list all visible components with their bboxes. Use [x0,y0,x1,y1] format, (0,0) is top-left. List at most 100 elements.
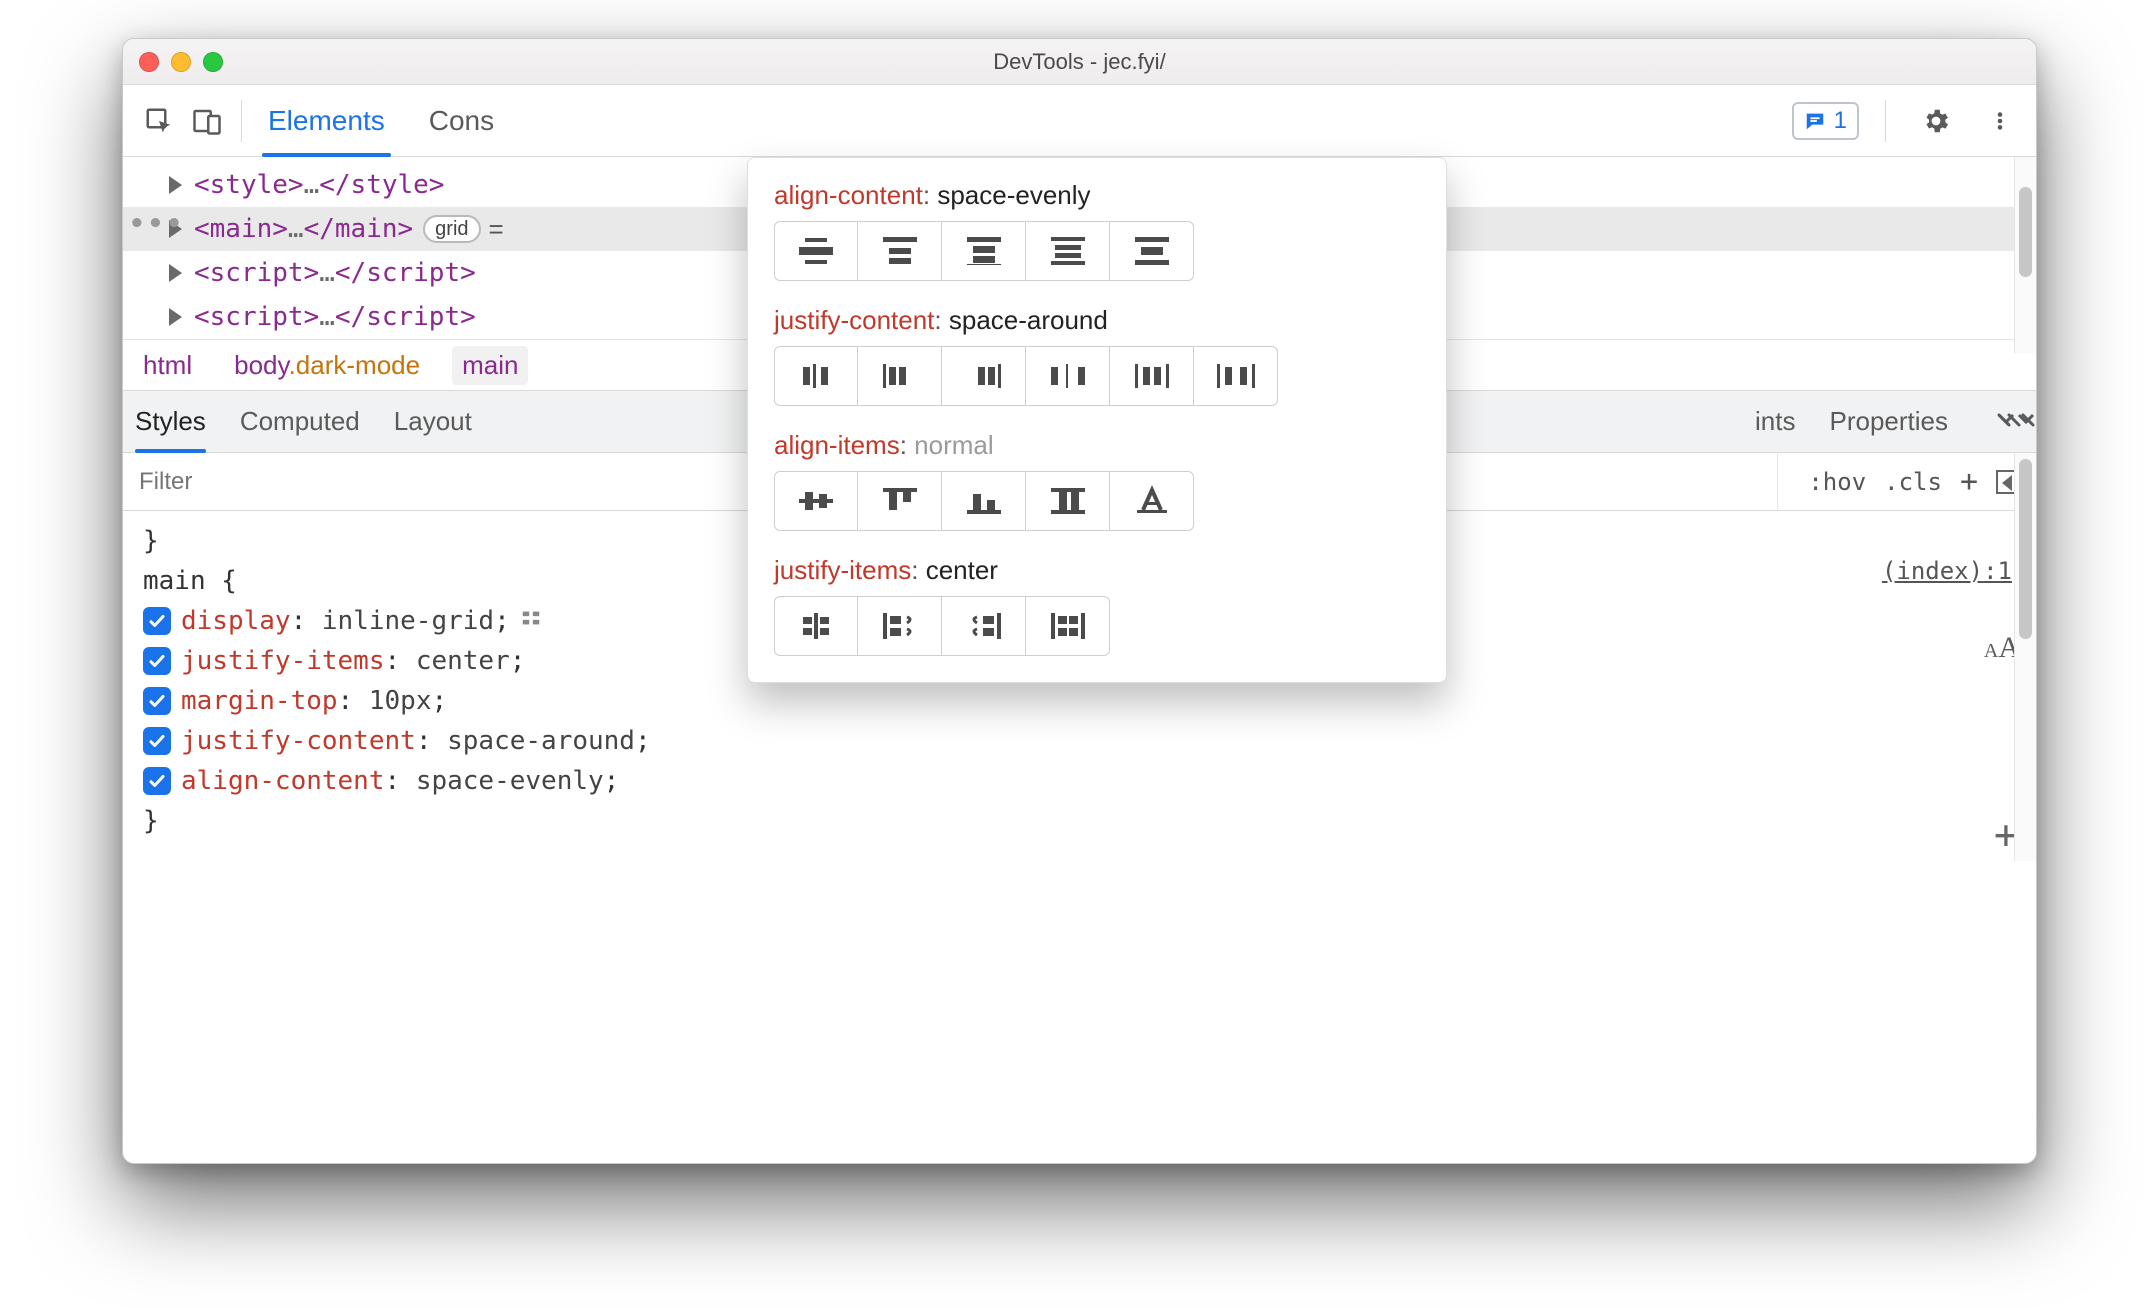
crumb-body[interactable]: body.dark-mode [224,346,430,385]
divider [241,100,242,142]
expand-caret-icon[interactable] [169,176,182,194]
justify-content-option[interactable] [858,346,942,406]
popover-title: align-content: space-evenly [774,180,1420,211]
checkbox-icon[interactable] [143,647,171,675]
grid-editor-popover: align-content: space-evenly justify-conte… [747,157,1447,683]
crumb-label: html [143,350,192,380]
property: margin-top [181,686,338,716]
window-title: DevTools - jec.fyi/ [123,49,2036,75]
expand-caret-icon[interactable] [169,308,182,326]
property: align-content [181,766,385,796]
grid-badge[interactable]: grid [423,215,480,243]
popover-title: align-items: normal [774,430,1420,461]
value: center [416,646,510,676]
align-content-option[interactable] [858,221,942,281]
crumb-class: .dark-mode [289,350,421,380]
ellipsis: … [304,170,320,200]
property: justify-items [181,646,385,676]
tag-close: </script> [335,258,476,288]
justify-items-option[interactable] [942,596,1026,656]
divider [1885,100,1886,142]
crumb-label: main [462,350,518,380]
checkbox-icon[interactable] [143,687,171,715]
settings-gear-icon[interactable] [1912,97,1960,145]
justify-content-option[interactable] [1026,346,1110,406]
property: justify-content [181,726,416,756]
panel-tabs: Elements Cons [262,85,500,156]
align-items-option[interactable] [858,471,942,531]
tag-open: <script> [194,302,319,332]
messages-badge[interactable]: 1 [1792,102,1859,140]
popover-title: justify-content: space-around [774,305,1420,336]
align-content-option[interactable] [774,221,858,281]
cls-toggle[interactable]: .cls [1884,468,1942,496]
align-content-option[interactable] [1026,221,1110,281]
scrollbar[interactable] [2014,453,2036,861]
justify-items-option[interactable] [858,596,942,656]
justify-items-option[interactable] [1026,596,1110,656]
ellipsis: … [288,214,304,244]
option-row [774,346,1420,406]
tab-layout[interactable]: Layout [394,391,472,452]
tab-breakpoints-partial[interactable]: ints [1755,391,1795,452]
value: inline-grid [322,606,494,636]
tab-properties[interactable]: Properties [1830,391,1949,452]
device-toolbar-icon[interactable] [183,97,231,145]
devtools-toolbar: Elements Cons 1 [123,85,2036,157]
inspect-element-icon[interactable] [135,97,183,145]
justify-content-option[interactable] [1110,346,1194,406]
tab-elements[interactable]: Elements [262,85,391,156]
tab-console[interactable]: Cons [423,85,500,156]
tag-open: <style> [194,170,304,200]
checkbox-icon[interactable] [143,607,171,635]
tab-label: Properties [1830,406,1949,437]
hov-toggle[interactable]: :hov [1808,468,1866,496]
property: display [181,606,291,636]
tab-label: Computed [240,406,360,437]
tab-label: Styles [135,406,206,437]
new-style-rule-icon[interactable]: + [1960,464,1978,499]
devtools-window: DevTools - jec.fyi/ Elements Cons 1 [122,38,2037,1164]
expand-caret-icon[interactable] [169,264,182,282]
overflow-indicator[interactable]: ••• [129,209,185,239]
justify-content-option[interactable] [942,346,1026,406]
justify-content-option[interactable] [1194,346,1278,406]
tag-close: </main> [304,214,414,244]
declaration[interactable]: margin-top: 10px; [143,681,2016,721]
tag-open: <main> [194,214,288,244]
declaration[interactable]: justify-content: space-around; [143,721,2016,761]
titlebar: DevTools - jec.fyi/ [123,39,2036,85]
checkbox-icon[interactable] [143,727,171,755]
tab-label: Layout [394,406,472,437]
align-content-option[interactable] [942,221,1026,281]
value: space-around [447,726,635,756]
scrollbar[interactable] [2014,157,2036,353]
value: 10px [369,686,432,716]
tab-console-label: Cons [429,105,494,137]
align-items-option[interactable] [1110,471,1194,531]
justify-items-option[interactable] [774,596,858,656]
option-row [774,221,1420,281]
align-items-option[interactable] [774,471,858,531]
source-link[interactable]: (index):1 [1882,557,2012,585]
declaration[interactable]: align-content: space-evenly; [143,761,2016,801]
kebab-menu-icon[interactable] [1976,97,2024,145]
popover-title: justify-items: center [774,555,1420,586]
open-grid-editor-icon[interactable] [520,606,542,636]
crumb-main[interactable]: main [452,346,528,385]
option-row [774,471,1420,531]
ellipsis: … [319,258,335,288]
align-items-option[interactable] [1026,471,1110,531]
tab-label: ints [1755,406,1795,437]
more-tabs-icon[interactable] [1996,411,2036,433]
align-content-option[interactable] [1110,221,1194,281]
align-items-option[interactable] [942,471,1026,531]
crumb-html[interactable]: html [133,346,202,385]
justify-content-option[interactable] [774,346,858,406]
tag-close: </script> [335,302,476,332]
checkbox-icon[interactable] [143,767,171,795]
tab-styles[interactable]: Styles [135,391,206,452]
tab-elements-label: Elements [268,105,385,137]
tab-computed[interactable]: Computed [240,391,360,452]
crumb-label: body [234,350,288,380]
